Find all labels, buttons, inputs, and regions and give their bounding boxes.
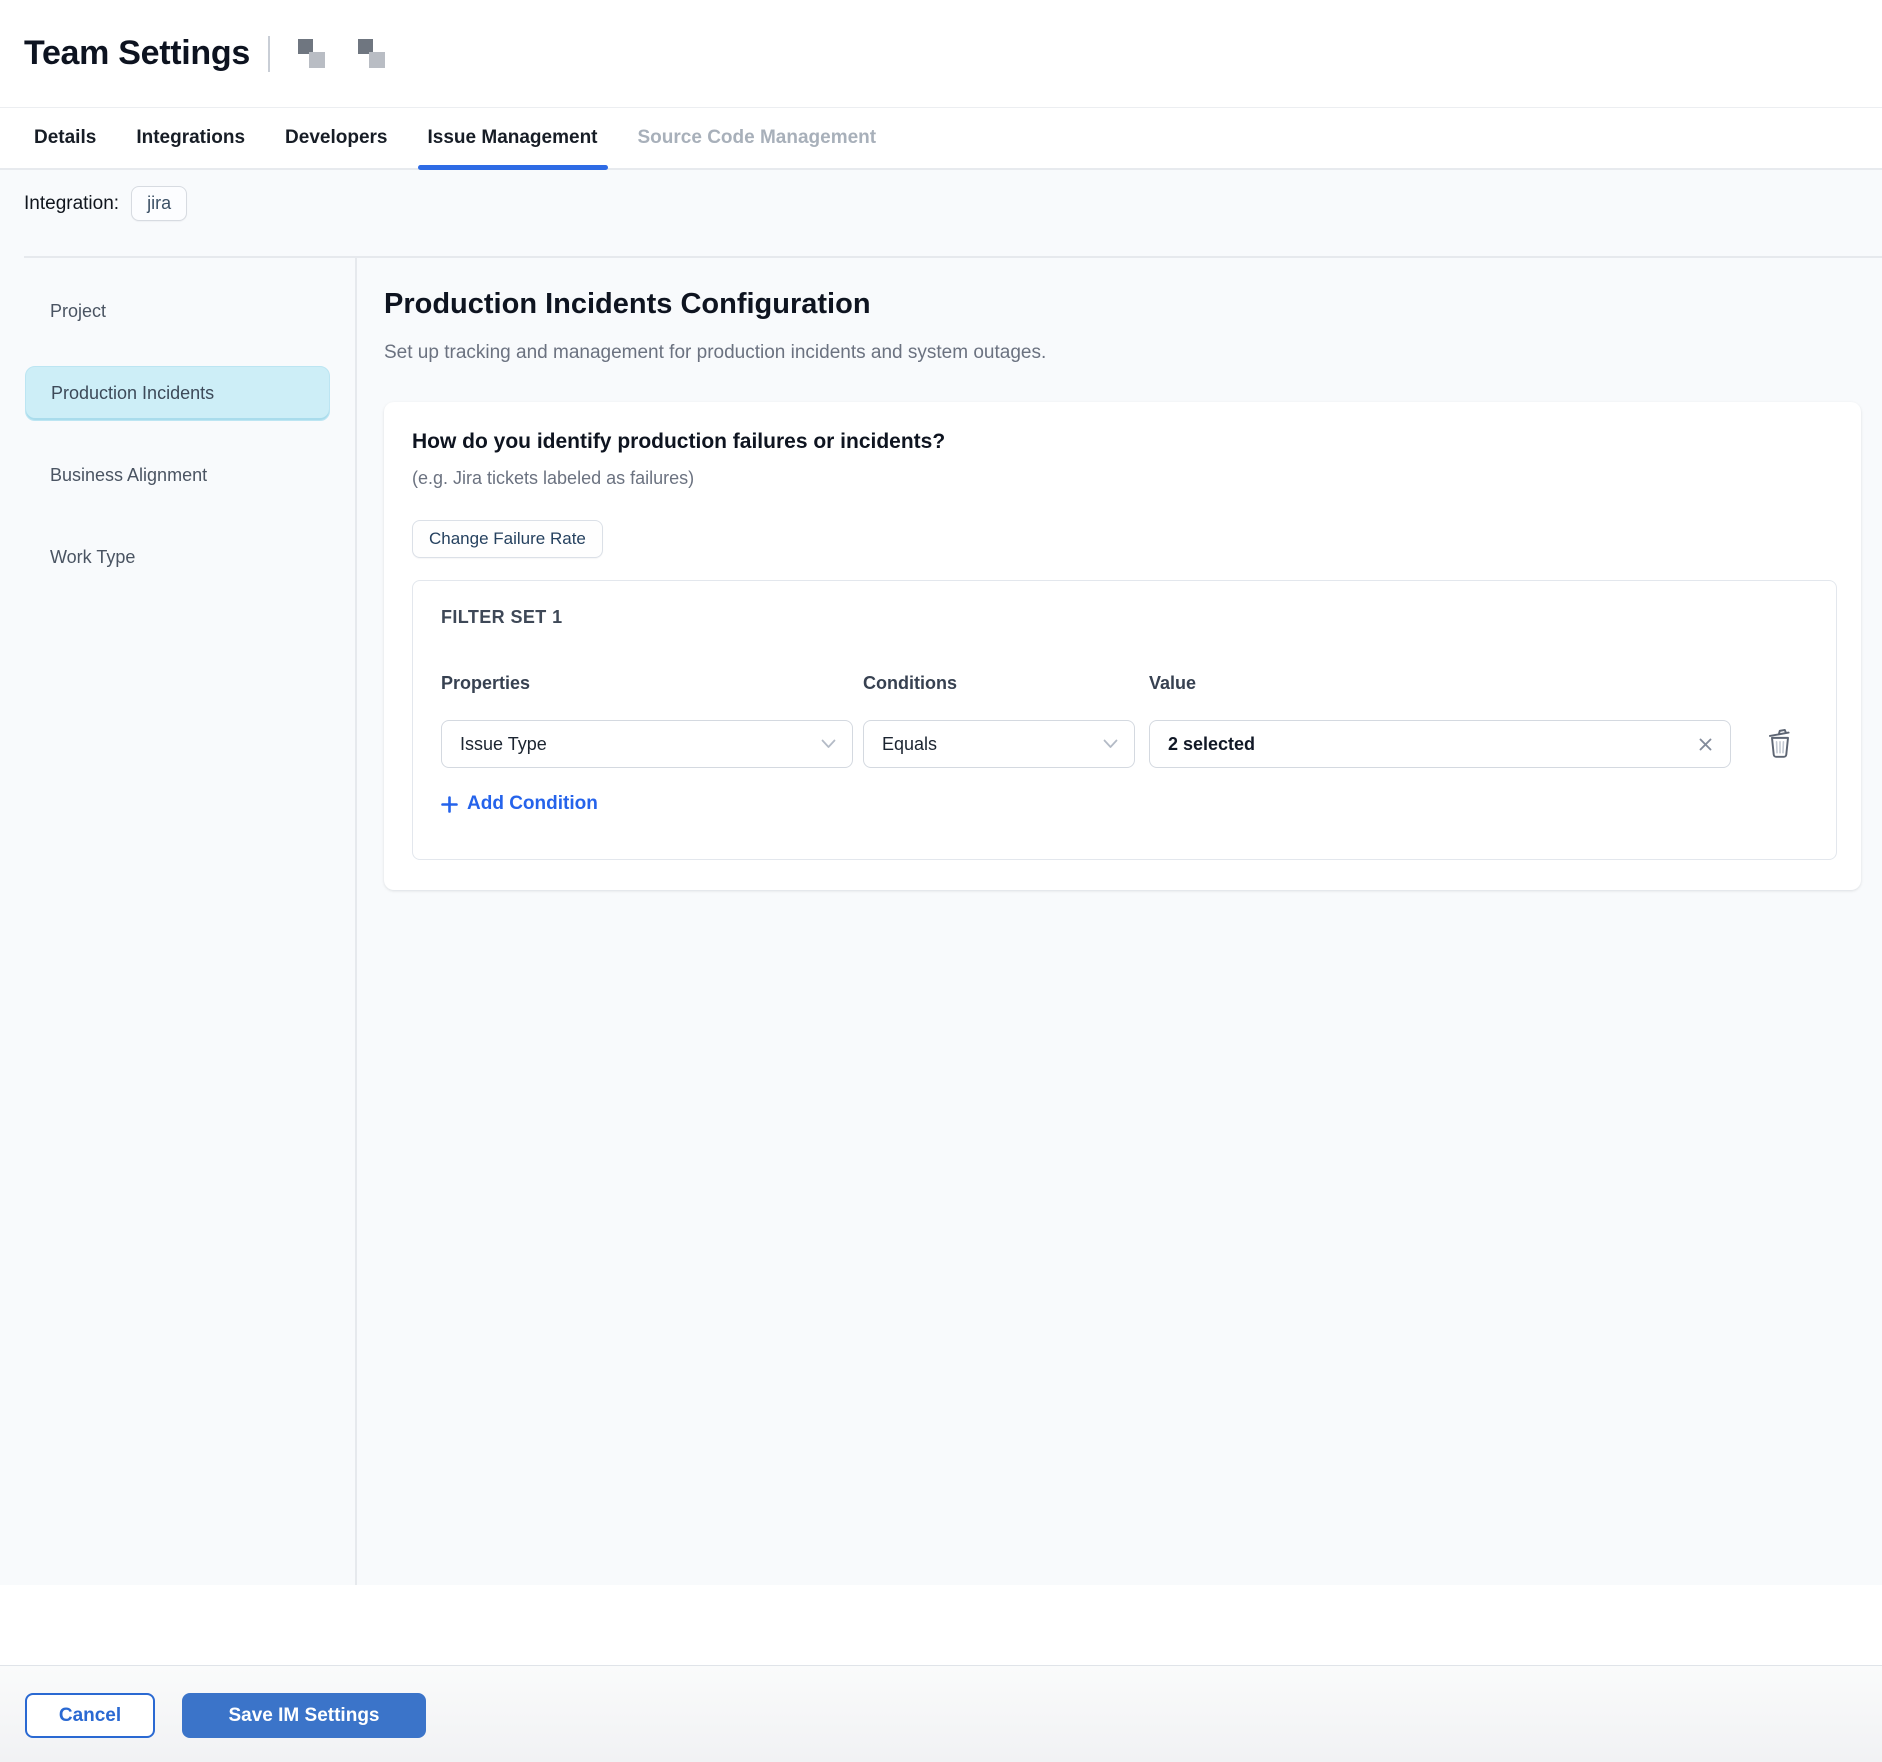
conditions-select[interactable]: Equals	[863, 720, 1135, 768]
avatar-pixel-light	[369, 52, 385, 68]
properties-select-value: Issue Type	[442, 734, 821, 755]
tab-developers[interactable]: Developers	[275, 108, 397, 168]
team-avatar-icon	[298, 37, 330, 71]
footer-bar: Cancel Save IM Settings	[0, 1665, 1882, 1762]
add-condition-button[interactable]: Add Condition	[441, 793, 598, 815]
sidebar-item-business-alignment[interactable]: Business Alignment	[25, 448, 330, 503]
sidebar-divider	[355, 258, 357, 1585]
sidebar-item-production-incidents[interactable]: Production Incidents	[25, 366, 330, 421]
integration-value-badge[interactable]: jira	[131, 186, 187, 221]
incidents-config-card: How do you identify production failures …	[384, 402, 1861, 890]
conditions-select-value: Equals	[864, 734, 1103, 755]
lower-white-band	[0, 1585, 1882, 1665]
column-header-properties: Properties	[441, 673, 530, 694]
clear-selection-icon[interactable]	[1697, 736, 1730, 753]
tab-integrations[interactable]: Integrations	[126, 108, 255, 168]
plus-icon	[441, 796, 458, 813]
column-header-conditions: Conditions	[863, 673, 957, 694]
question-heading: How do you identify production failures …	[412, 430, 945, 454]
integration-row: Integration: jira	[24, 186, 187, 221]
trash-icon	[1765, 727, 1795, 759]
chevron-down-icon	[821, 739, 852, 749]
column-header-value: Value	[1149, 673, 1196, 694]
section-subtitle: Set up tracking and management for produ…	[384, 342, 1046, 364]
section-title: Production Incidents Configuration	[384, 288, 871, 321]
tab-bar: Details Integrations Developers Issue Ma…	[0, 108, 1882, 170]
tab-issue-management[interactable]: Issue Management	[418, 108, 608, 168]
sidebar-item-work-type[interactable]: Work Type	[25, 530, 330, 585]
value-input[interactable]	[1150, 733, 1697, 756]
chevron-down-icon	[1103, 739, 1134, 749]
tab-source-code-management[interactable]: Source Code Management	[628, 108, 887, 168]
sidebar-item-project[interactable]: Project	[25, 284, 330, 339]
title-separator	[268, 36, 270, 72]
question-hint: (e.g. Jira tickets labeled as failures)	[412, 468, 694, 489]
team-avatar-icon	[358, 37, 390, 71]
filter-set-title: FILTER SET 1	[441, 607, 562, 628]
tab-details[interactable]: Details	[24, 108, 106, 168]
avatar-pixel-light	[309, 52, 325, 68]
content-top-border	[24, 256, 1882, 258]
filter-set-box: FILTER SET 1 Properties Conditions Value…	[412, 580, 1837, 860]
page-title: Team Settings	[24, 34, 250, 73]
save-im-settings-button[interactable]: Save IM Settings	[182, 1693, 426, 1738]
value-multiselect[interactable]	[1149, 720, 1731, 768]
cancel-button[interactable]: Cancel	[25, 1693, 155, 1738]
app-header: Team Settings	[0, 0, 1882, 108]
integration-label: Integration:	[24, 193, 119, 215]
team-settings-page: Team Settings Details Integrations Devel…	[0, 0, 1882, 1762]
properties-select[interactable]: Issue Type	[441, 720, 853, 768]
add-condition-label: Add Condition	[467, 793, 598, 815]
change-failure-rate-button[interactable]: Change Failure Rate	[412, 520, 603, 558]
delete-filter-button[interactable]	[1765, 727, 1795, 759]
